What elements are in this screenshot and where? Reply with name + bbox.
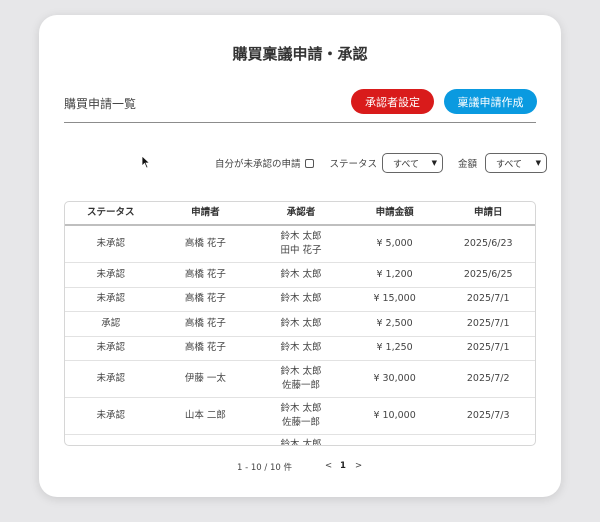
chevron-down-icon: ▼ bbox=[535, 159, 542, 167]
table-row[interactable]: 未承認 高橋 花子 鈴木 太郎 ¥ 1,250 2025/7/1 bbox=[65, 337, 535, 361]
table-header: ステータス 申請者 承認者 申請金額 申請日 bbox=[65, 202, 535, 226]
row-approvers: 鈴木 太郎 佐藤一郎 bbox=[254, 365, 348, 393]
main-card: 購買稟議申請・承認 購買申請一覧 承認者設定 稟議申請作成 自分が未承認の申請 … bbox=[39, 15, 561, 497]
page-number-button[interactable]: 1 bbox=[340, 461, 346, 471]
row-date: 2025/7/1 bbox=[466, 293, 510, 305]
row-approver: 鈴木 太郎 bbox=[280, 403, 322, 414]
amount-filter-select[interactable]: すべて ▼ bbox=[485, 153, 548, 173]
filter-bar: 自分が未承認の申請 ステータス すべて ▼ 金額 すべて ▼ bbox=[215, 153, 548, 173]
amount-filter-label: 金額 bbox=[458, 159, 478, 170]
page-title: 購買稟議申請・承認 bbox=[232, 45, 368, 63]
row-amount: ¥ 5,000 bbox=[376, 238, 413, 249]
row-amount: ¥ 1,200 bbox=[376, 268, 413, 280]
row-amount: ¥ 15,000 bbox=[373, 293, 416, 305]
table-row[interactable]: 未承認 高橋 花子 鈴木 太郎 ¥ 1,200 2025/6/25 bbox=[65, 263, 535, 288]
requests-table: ステータス 申請者 承認者 申請金額 申請日 未承認 高橋 花子 鈴木 太郎 田… bbox=[64, 201, 536, 446]
table-row[interactable]: 鈴木 太郎 bbox=[65, 435, 535, 446]
row-status: 未承認 bbox=[96, 238, 126, 249]
table-row[interactable]: 未承認 伊藤 一太 鈴木 太郎 佐藤一郎 ¥ 30,000 2025/7/2 bbox=[65, 361, 535, 398]
row-approver: 鈴木 太郎 bbox=[280, 342, 322, 354]
row-amount: ¥ 1,250 bbox=[376, 342, 413, 354]
section-divider bbox=[64, 122, 536, 123]
row-applicant: 山本 二郎 bbox=[184, 410, 226, 421]
table-row[interactable]: 未承認 高橋 花子 鈴木 太郎 ¥ 15,000 2025/7/1 bbox=[65, 288, 535, 312]
row-status: 未承認 bbox=[96, 410, 126, 421]
row-date: 2025/7/3 bbox=[466, 410, 510, 421]
row-approver: 佐藤一郎 bbox=[281, 380, 320, 391]
pagination-info: 1 - 10 / 10 件 bbox=[237, 463, 292, 473]
row-status: 未承認 bbox=[96, 373, 126, 384]
row-amount: ¥ 10,000 bbox=[373, 410, 416, 421]
row-approver: 佐藤一郎 bbox=[281, 417, 320, 428]
unapproved-filter-label: 自分が未承認の申請 bbox=[215, 159, 301, 170]
row-approvers: 鈴木 太郎 田中 花子 bbox=[254, 230, 348, 258]
table-row[interactable]: 未承認 高橋 花子 鈴木 太郎 田中 花子 ¥ 5,000 2025/6/23 bbox=[65, 226, 535, 263]
unapproved-filter-checkbox[interactable] bbox=[304, 158, 314, 168]
prev-page-button[interactable]: < bbox=[325, 461, 332, 471]
row-applicant: 高橋 花子 bbox=[184, 317, 226, 329]
row-status: 未承認 bbox=[96, 293, 126, 305]
table-row[interactable]: 承認 高橋 花子 鈴木 太郎 ¥ 2,500 2025/7/1 bbox=[65, 312, 535, 337]
status-filter-select[interactable]: すべて ▼ bbox=[382, 153, 444, 173]
status-filter-label: ステータス bbox=[329, 159, 378, 170]
row-applicant: 高橋 花子 bbox=[184, 293, 226, 305]
header-applicant[interactable]: 申請者 bbox=[157, 206, 255, 220]
row-applicant: 伊藤 一太 bbox=[184, 373, 226, 384]
row-status: 承認 bbox=[101, 317, 121, 329]
row-applicant: 高橋 花子 bbox=[184, 268, 226, 280]
header-amount[interactable]: 申請金額 bbox=[348, 206, 442, 220]
row-applicant: 高橋 花子 bbox=[184, 342, 226, 354]
next-page-button[interactable]: > bbox=[355, 461, 362, 471]
row-approver: 鈴木 太郎 bbox=[280, 439, 322, 446]
create-request-button[interactable]: 稟議申請作成 bbox=[444, 89, 537, 114]
status-filter-value: すべて bbox=[393, 159, 420, 170]
row-status: 未承認 bbox=[96, 268, 126, 280]
row-status: 未承認 bbox=[96, 342, 126, 354]
row-approver: 鈴木 太郎 bbox=[280, 293, 322, 305]
chevron-down-icon: ▼ bbox=[431, 159, 438, 167]
row-approver: 鈴木 太郎 bbox=[280, 317, 322, 329]
row-approvers: 鈴木 太郎 佐藤一郎 bbox=[254, 402, 348, 430]
row-applicant: 高橋 花子 bbox=[184, 238, 226, 249]
row-amount: ¥ 30,000 bbox=[373, 373, 416, 384]
table-row[interactable]: 未承認 山本 二郎 鈴木 太郎 佐藤一郎 ¥ 10,000 2025/7/3 bbox=[65, 398, 535, 435]
row-date: 2025/7/1 bbox=[466, 317, 510, 329]
row-approver: 鈴木 太郎 bbox=[280, 268, 322, 280]
row-date: 2025/6/23 bbox=[463, 238, 513, 249]
row-approver: 田中 花子 bbox=[280, 245, 322, 256]
header-approver[interactable]: 承認者 bbox=[254, 206, 348, 220]
row-approver: 鈴木 太郎 bbox=[280, 366, 322, 377]
row-date: 2025/6/25 bbox=[463, 268, 513, 280]
row-amount: ¥ 2,500 bbox=[376, 317, 413, 329]
amount-filter-value: すべて bbox=[496, 159, 523, 170]
row-date: 2025/7/2 bbox=[466, 373, 510, 384]
row-date: 2025/7/1 bbox=[466, 342, 510, 354]
section-title: 購買申請一覧 bbox=[64, 97, 137, 111]
mouse-cursor-icon bbox=[141, 155, 151, 169]
row-approver: 鈴木 太郎 bbox=[280, 231, 322, 242]
header-date[interactable]: 申請日 bbox=[441, 206, 535, 220]
header-status[interactable]: ステータス bbox=[65, 206, 157, 220]
approver-settings-button[interactable]: 承認者設定 bbox=[351, 89, 434, 114]
